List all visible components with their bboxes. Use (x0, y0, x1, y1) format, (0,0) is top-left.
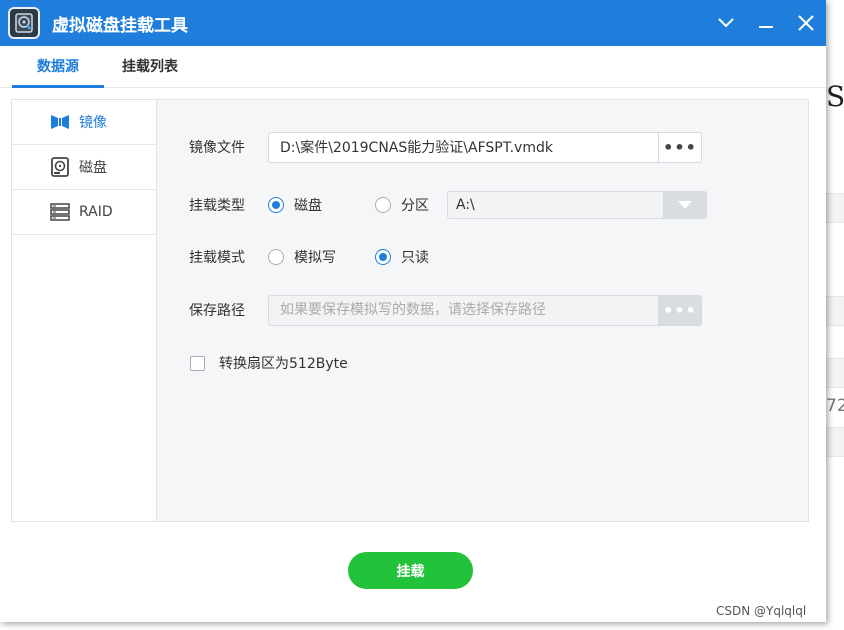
radio-indicator (375, 249, 391, 265)
mount-tool-dialog: 虚拟磁盘挂载工具 数据源 挂载列表 镜像 磁盘 RAID 镜像文件 D:\案件\… (0, 0, 826, 622)
image-file-input[interactable] (269, 132, 658, 162)
raid-icon (50, 202, 70, 222)
radio-mode-read-only[interactable]: 只读 (375, 247, 429, 267)
sidebar-item-image[interactable]: 镜像 (12, 100, 156, 145)
image-file-label: 镜像文件 (189, 140, 245, 156)
image-file-row: 镜像文件 ••• (158, 131, 808, 163)
disk-icon (50, 157, 70, 177)
background-row (826, 358, 844, 388)
image-source-form: 镜像文件 ••• 挂载类型 磁盘 分区 (158, 100, 808, 521)
close-icon (798, 15, 814, 31)
convert-sector-row: 转换扇区为512Byte (158, 348, 808, 378)
app-logo-icon (8, 7, 40, 39)
tab-bar: 数据源 挂载列表 (0, 46, 826, 88)
save-path-field: ••• (268, 294, 702, 326)
convert-sector-checkbox[interactable]: 转换扇区为512Byte (190, 353, 348, 373)
tab-mount-list[interactable]: 挂载列表 (104, 45, 196, 87)
background-text-fragment: SI (826, 80, 844, 113)
window-title: 虚拟磁盘挂载工具 (52, 15, 188, 36)
watermark: CSDN @Yqlqlql (716, 604, 807, 618)
sidebar-item-label: 磁盘 (79, 160, 107, 176)
sidebar-item-raid[interactable]: RAID (12, 190, 156, 235)
sidebar-item-label: 镜像 (79, 115, 107, 131)
radio-label: 模拟写 (294, 250, 336, 266)
radio-label: 只读 (401, 250, 429, 266)
background-number-fragment: 72 (826, 396, 844, 416)
mount-mode-row: 挂载模式 模拟写 只读 (158, 242, 808, 272)
title-bar[interactable]: 虚拟磁盘挂载工具 (0, 0, 826, 46)
browse-save-path-button[interactable]: ••• (658, 295, 701, 325)
close-button[interactable] (786, 0, 826, 46)
sidebar-item-disk[interactable]: 磁盘 (12, 145, 156, 190)
radio-label: 磁盘 (294, 198, 322, 214)
browse-image-button[interactable]: ••• (658, 132, 701, 162)
save-path-label: 保存路径 (189, 303, 245, 319)
tab-data-source[interactable]: 数据源 (12, 45, 104, 88)
checkbox-box (190, 355, 205, 371)
background-row (826, 296, 844, 326)
content-panel: 镜像 磁盘 RAID 镜像文件 D:\案件\2019CNAS能力验证\AFSPT… (11, 99, 809, 522)
mount-mode-label: 挂载模式 (189, 250, 245, 266)
radio-label: 分区 (401, 198, 429, 214)
minimize-icon (759, 26, 773, 28)
dropdown-arrow-icon (663, 192, 706, 218)
screen: SI 72 虚拟磁盘挂载工具 (0, 0, 844, 630)
radio-mount-disk[interactable]: 磁盘 (268, 195, 322, 215)
radio-mode-simulated-write[interactable]: 模拟写 (268, 247, 336, 267)
mount-type-row: 挂载类型 磁盘 分区 A:\ (158, 190, 808, 220)
radio-indicator (268, 249, 284, 265)
source-sidebar: 镜像 磁盘 RAID (12, 100, 157, 521)
partition-select[interactable]: A:\ (447, 191, 707, 219)
image-file-icon (50, 112, 70, 132)
collapse-button[interactable] (706, 0, 746, 46)
mount-button[interactable]: 挂载 (348, 552, 473, 589)
partition-select-value: A:\ (456, 197, 475, 213)
sidebar-item-label: RAID (79, 204, 113, 220)
checkbox-label: 转换扇区为512Byte (219, 356, 348, 372)
radio-indicator (375, 197, 391, 213)
background-window: SI 72 (826, 0, 844, 630)
save-path-input[interactable] (269, 295, 658, 325)
radio-indicator (268, 197, 284, 213)
background-row (826, 193, 844, 223)
minimize-button[interactable] (746, 0, 786, 46)
radio-mount-partition[interactable]: 分区 (375, 195, 429, 215)
image-file-field: ••• (268, 131, 702, 163)
mount-type-label: 挂载类型 (189, 198, 245, 214)
chevron-down-icon (718, 18, 734, 28)
window-controls (706, 0, 826, 46)
save-path-row: 保存路径 ••• (158, 294, 808, 326)
background-row (826, 427, 844, 457)
